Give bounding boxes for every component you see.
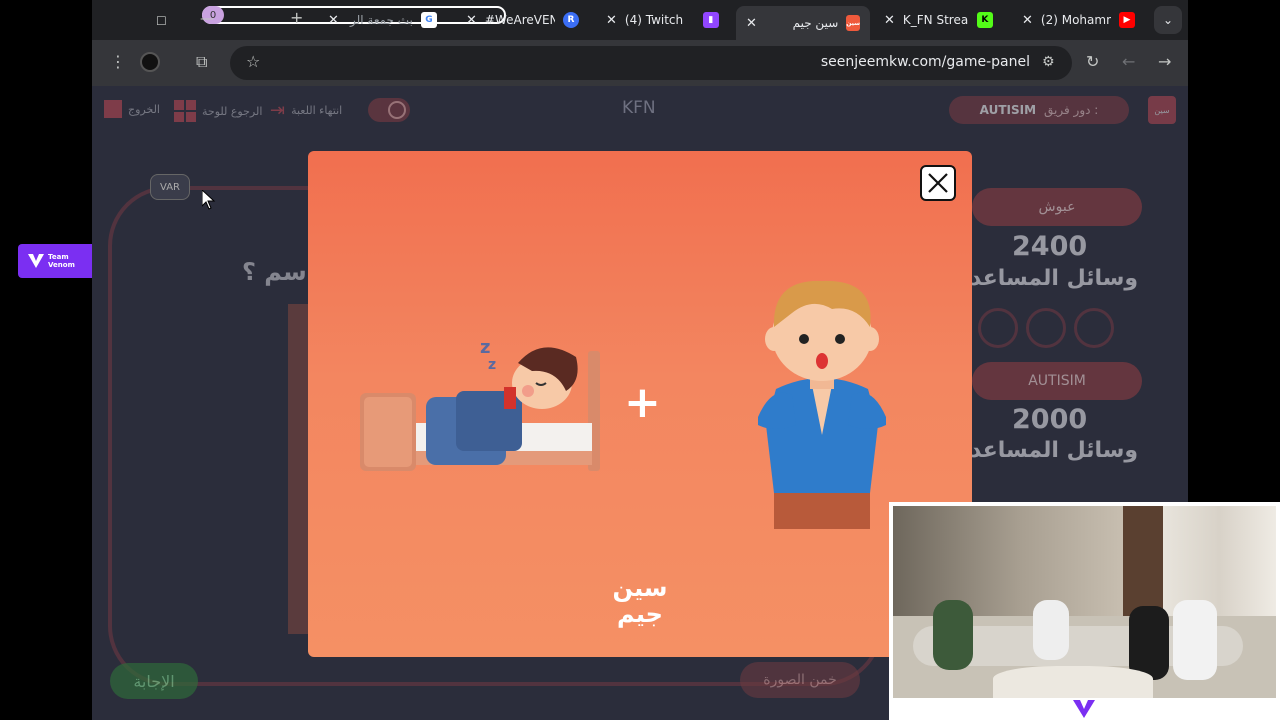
exit-icon xyxy=(104,100,122,118)
webcam-feed xyxy=(893,506,1276,698)
exit-label: الخروج xyxy=(128,102,160,116)
google-icon: G xyxy=(420,12,437,28)
seenjeem-logo-icon: سين xyxy=(1148,96,1176,124)
team-1-score: 2400 xyxy=(1012,231,1088,262)
arrow-right-icon: ⇥ xyxy=(270,100,286,121)
modal-close-button[interactable] xyxy=(920,165,956,201)
tab-1[interactable]: ✕ #WeAreVEN R xyxy=(466,6,586,34)
timer-toggle[interactable] xyxy=(368,98,410,122)
var-button[interactable]: VAR xyxy=(150,174,190,200)
tab-title: (4) Twitch xyxy=(624,13,684,27)
praying-boy-illustration xyxy=(758,280,886,529)
game-topbar: الخروج الرجوع للوحة ⇥ انتهاء اللعبة KFN … xyxy=(92,86,1188,132)
bookmark-star-icon[interactable]: ☆ xyxy=(246,54,260,70)
kick-icon: K xyxy=(976,12,993,28)
two-answers-icon[interactable] xyxy=(1074,308,1114,348)
reload-icon[interactable]: ↻ xyxy=(1086,54,1099,70)
seenjeem-icon: سين xyxy=(846,15,860,31)
guess-image-button[interactable]: خمن الصورة xyxy=(740,662,860,698)
screen: Team Venom 0 ☐ — + ✕ بث جمعة الر G ✕ #WeA… xyxy=(0,0,1280,720)
tab-search-button[interactable]: ⌄ xyxy=(1154,6,1182,34)
extensions-icon[interactable]: ⧉ xyxy=(196,54,207,70)
close-icon xyxy=(928,173,948,193)
phone-icon[interactable] xyxy=(1026,308,1066,348)
team-turn-indicator: AUTISIM دور فريق : xyxy=(949,96,1129,124)
youtube-icon: ▶ xyxy=(1118,12,1135,28)
answer-button[interactable]: الإجابة xyxy=(110,663,198,699)
twitch-icon: ▮ xyxy=(702,12,719,28)
venom-v-icon xyxy=(1073,700,1095,718)
team-2-score: 2000 xyxy=(1012,404,1088,435)
team-2-aids-label: وسائل المساعد xyxy=(970,438,1139,463)
team-1-name: عبوش xyxy=(972,188,1142,226)
profile-avatar[interactable] xyxy=(140,52,160,72)
team-1-aids-label: وسائل المساعد xyxy=(970,266,1139,291)
close-tab-icon[interactable]: ✕ xyxy=(328,13,339,28)
tab-strip: 0 ☐ — + ✕ بث جمعة الر G ✕ #WeAreVEN R ✕ … xyxy=(92,0,1188,40)
window-restore-icon[interactable]: ☐ xyxy=(156,13,167,29)
venom-line2: Venom xyxy=(48,261,75,269)
site-settings-icon[interactable]: ⚙ xyxy=(1042,54,1055,70)
webcam-caption-bar xyxy=(889,698,1280,720)
call-friend-icon[interactable] xyxy=(978,308,1018,348)
sleeping-boy-illustration: z z xyxy=(360,337,600,471)
exit-button[interactable]: الخروج xyxy=(104,100,160,118)
svg-text:z: z xyxy=(488,357,496,373)
svg-text:z: z xyxy=(480,337,490,358)
close-tab-icon[interactable]: ✕ xyxy=(466,13,477,28)
chevron-down-icon: ⌄ xyxy=(1162,13,1174,27)
close-tab-icon[interactable]: ✕ xyxy=(746,16,757,31)
tab-title: سين جيم xyxy=(792,16,839,30)
grid-icon xyxy=(174,100,196,122)
r-icon: R xyxy=(562,12,579,28)
tab-4[interactable]: ✕ K_FN Stream K xyxy=(884,6,1004,34)
mouse-cursor-icon xyxy=(202,190,216,210)
back-to-board-button[interactable]: الرجوع للوحة xyxy=(174,100,262,122)
back-arrow-icon[interactable]: ← xyxy=(1122,54,1135,70)
venom-v-icon xyxy=(28,254,44,268)
new-tab-icon[interactable]: + xyxy=(290,10,303,26)
close-tab-icon[interactable]: ✕ xyxy=(606,13,617,28)
venom-line1: Team xyxy=(48,253,69,261)
tab-3-active[interactable]: ✕ سين جيم سين xyxy=(736,6,870,40)
seenjeem-modal-logo: سين جيم xyxy=(610,575,670,633)
team-venom-logo: Team Venom xyxy=(18,244,99,278)
close-tab-icon[interactable]: ✕ xyxy=(1022,13,1033,28)
close-tab-icon[interactable]: ✕ xyxy=(884,13,895,28)
tab-0[interactable]: ✕ بث جمعة الر G xyxy=(328,6,448,34)
image-frame-edge xyxy=(288,304,310,634)
plus-sign: + xyxy=(624,377,661,428)
window-minimize-icon[interactable]: — xyxy=(200,11,214,27)
tab-title: #WeAreVEN xyxy=(484,13,555,27)
tab-title: بث جمعة الر xyxy=(349,13,413,27)
tab-5[interactable]: ✕ (2) Mohamm ▶ xyxy=(1022,6,1142,34)
tab-title: (2) Mohamm xyxy=(1040,13,1111,27)
end-game-label: انتهاء اللعبة xyxy=(291,104,343,117)
game-title: KFN xyxy=(622,98,656,118)
url-text: seenjeemkw.com/game-panel xyxy=(820,54,1030,70)
back-label: الرجوع للوحة xyxy=(202,104,263,118)
team-2-name: AUTISIM xyxy=(972,362,1142,400)
tab-2[interactable]: ✕ (4) Twitch ▮ xyxy=(606,6,726,34)
logo-line2: جيم xyxy=(617,600,663,628)
menu-kebab-icon[interactable]: ⋮ xyxy=(110,54,126,70)
end-game-button[interactable]: ⇥ انتهاء اللعبة xyxy=(270,100,342,121)
question-text-fragment: سم ؟ xyxy=(242,258,307,286)
logo-line1: سين xyxy=(612,574,668,602)
tab-title: K_FN Stream xyxy=(902,13,969,27)
turn-team-name: AUTISIM xyxy=(979,103,1037,117)
webcam-overlay xyxy=(889,502,1280,720)
image-modal: z z + سين جيم xyxy=(308,151,972,657)
clock-icon xyxy=(388,101,406,119)
forward-arrow-icon[interactable]: → xyxy=(1158,54,1171,70)
turn-label: دور فريق : xyxy=(1044,103,1099,117)
